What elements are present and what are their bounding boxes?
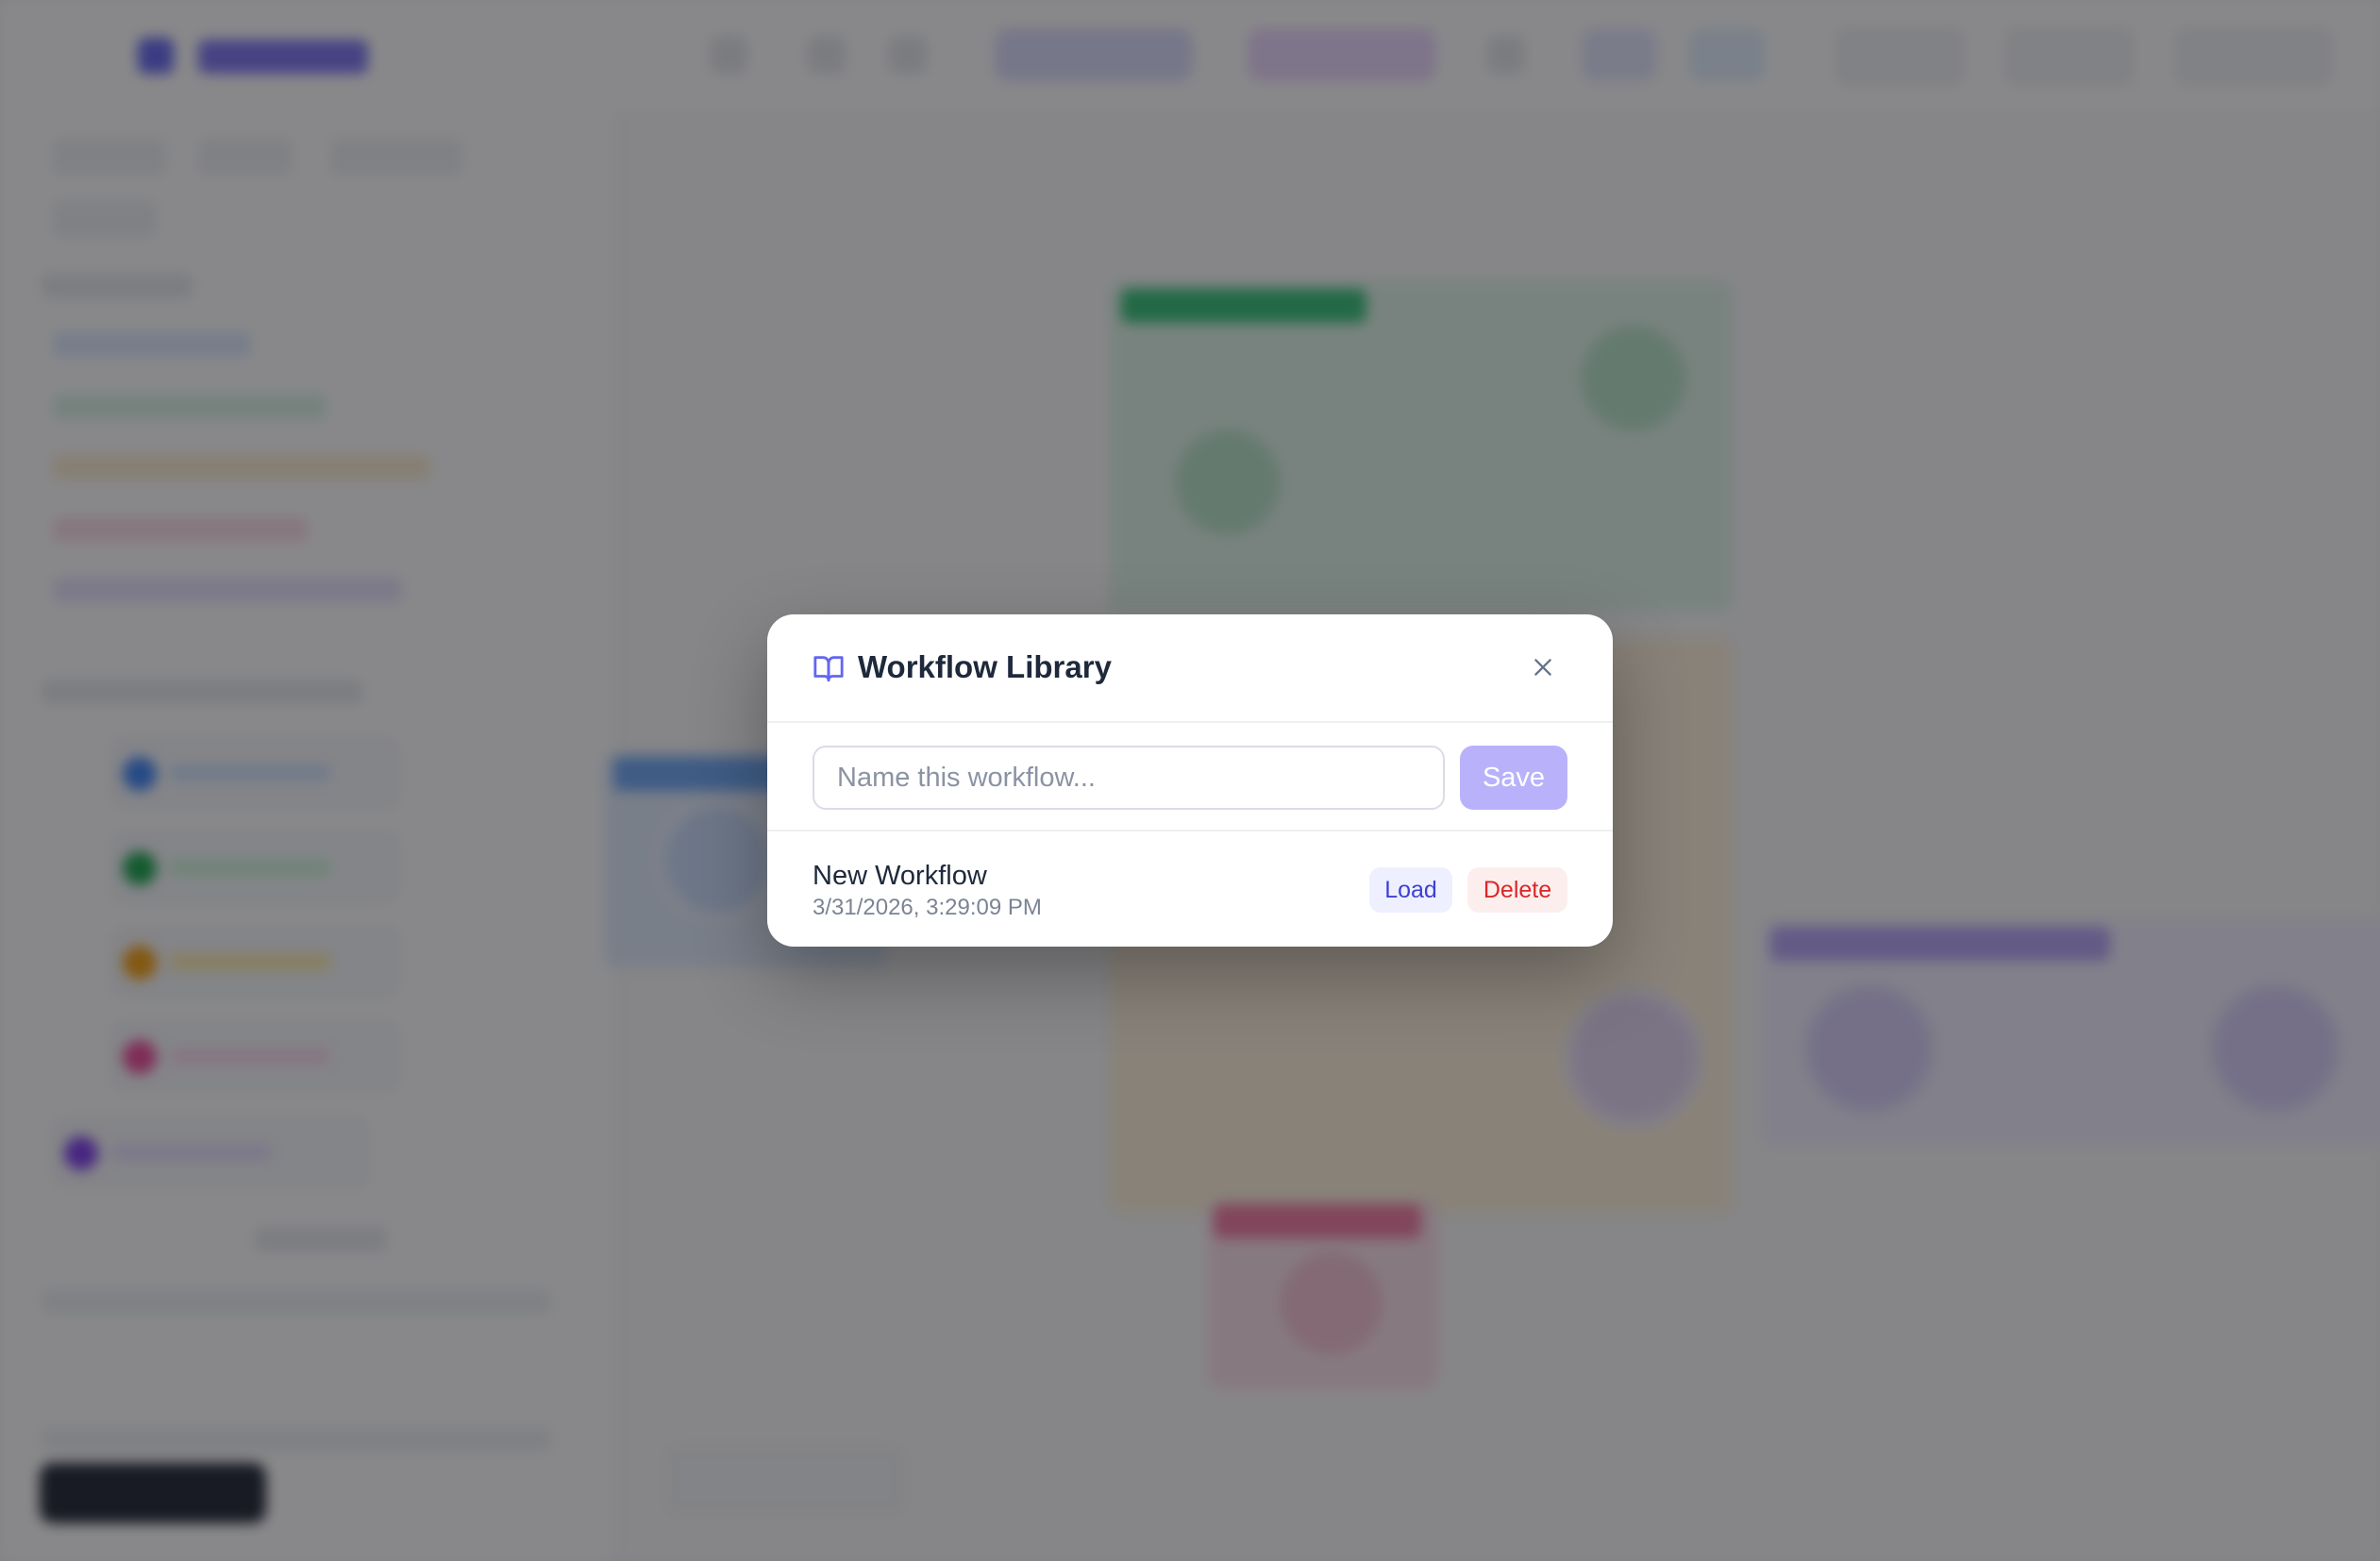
workflow-date: 3/31/2026, 3:29:09 PM xyxy=(813,895,1042,920)
workflow-name-input[interactable] xyxy=(813,746,1445,810)
save-button[interactable]: Save xyxy=(1460,746,1567,810)
save-workflow-row: Save xyxy=(767,723,1613,831)
delete-button[interactable]: Delete xyxy=(1467,867,1567,913)
modal-header: Workflow Library xyxy=(767,614,1613,723)
load-button[interactable]: Load xyxy=(1369,867,1452,913)
workflow-library-modal: Workflow Library Save New Workflow 3/31/… xyxy=(767,614,1613,947)
close-button[interactable] xyxy=(1522,648,1564,690)
modal-title: Workflow Library xyxy=(858,649,1112,684)
close-icon xyxy=(1531,655,1555,684)
book-open-icon xyxy=(813,652,845,684)
workflow-list-item: New Workflow 3/31/2026, 3:29:09 PM Load … xyxy=(767,831,1613,947)
workflow-name: New Workflow xyxy=(813,861,987,891)
